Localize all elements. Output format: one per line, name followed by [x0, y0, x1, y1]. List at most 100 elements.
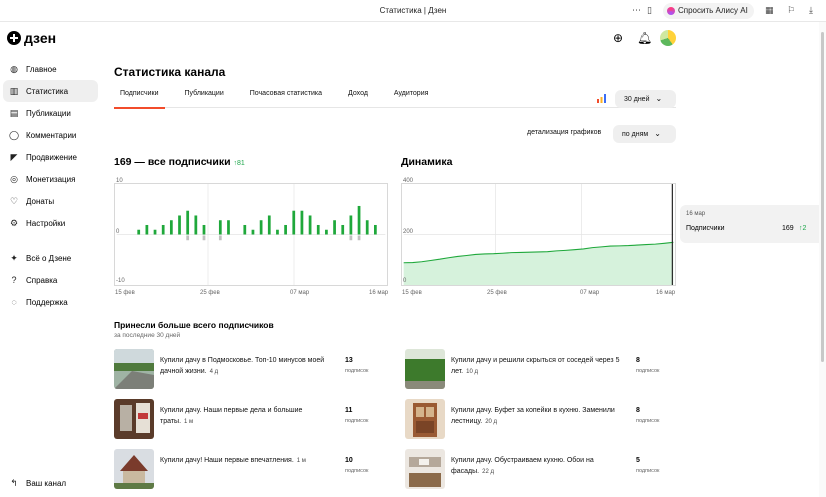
- heart-hand-icon: ♡: [9, 195, 19, 206]
- back-arrow-icon: ↰: [10, 477, 18, 488]
- tab-publications[interactable]: Публикации: [179, 85, 230, 108]
- delta-up: ↑81: [233, 160, 245, 167]
- bar: [161, 224, 165, 235]
- dynamics-area-chart[interactable]: [401, 183, 676, 286]
- publication-card[interactable]: Купили дачу. Обустраиваем кухню. Обои на…: [405, 449, 675, 489]
- bar: [178, 215, 181, 235]
- tab-subscribers[interactable]: Подписчики: [114, 85, 165, 109]
- download-icon[interactable]: ⤓: [809, 5, 813, 16]
- avatar[interactable]: [660, 30, 676, 46]
- bar: [284, 224, 287, 235]
- bookmark-icon[interactable]: ▯: [647, 5, 652, 16]
- sidebar-item-comments[interactable]: ◯ Комментарии: [3, 124, 98, 146]
- subscribers-bar-chart[interactable]: [114, 183, 388, 286]
- bars-icon: ▥: [9, 85, 19, 96]
- publication-title: Купили дачу. Обустраиваем кухню. Обои на…: [451, 457, 594, 475]
- area-fill: [403, 242, 674, 285]
- sidebar-item-about[interactable]: ✦ Всё о Дзене: [3, 247, 98, 269]
- bell-icon[interactable]: 🔔︎: [637, 31, 652, 45]
- bar: [349, 215, 353, 235]
- browser-toolbar: Статистика | Дзен ⋯ ▯ Спросить Алису AI …: [0, 0, 826, 22]
- publication-unit: подписок: [636, 368, 660, 374]
- x-tick: 15 фев: [402, 290, 422, 296]
- x-tick: 07 мар: [580, 290, 600, 296]
- document-icon: ▤: [9, 107, 19, 118]
- bar-negative: [349, 235, 353, 241]
- bar: [153, 229, 157, 235]
- bar: [169, 220, 173, 235]
- publication-card[interactable]: Купили дачу. Буфет за копейки в кухню. З…: [405, 399, 675, 439]
- publication-card[interactable]: Купили дачу в Подмосковье. Топ-10 минусо…: [114, 349, 384, 389]
- tab-income[interactable]: Доход: [342, 85, 374, 108]
- publication-title: Купили дачу. Буфет за копейки в кухню. З…: [451, 407, 615, 425]
- sidebar-item-main[interactable]: ◍ Главное: [3, 58, 98, 80]
- comment-icon: ◯: [8, 129, 20, 140]
- your-channel-link[interactable]: ↰ Ваш канал: [3, 472, 98, 494]
- publication-card[interactable]: Купили дачу. Наши первые дела и большие …: [114, 399, 384, 439]
- publication-title: Купили дачу в Подмосковье. Топ-10 минусо…: [160, 357, 325, 375]
- y-tick: 10: [116, 178, 123, 184]
- publication-count: 11: [345, 407, 353, 414]
- dzen-logo-icon: ✦: [10, 252, 18, 263]
- x-tick: 25 фев: [200, 290, 220, 296]
- x-tick: 16 мар: [656, 290, 676, 296]
- top-publications-title: Принесли больше всего подписчиков: [114, 320, 274, 330]
- publication-thumbnail: [405, 349, 445, 389]
- bar: [365, 220, 369, 235]
- sidebar-item-support[interactable]: ◌ Поддержка: [3, 291, 98, 313]
- alice-button[interactable]: Спросить Алису AI: [663, 3, 754, 19]
- y-tick: -10: [116, 278, 125, 284]
- more-icon[interactable]: ⋯: [632, 5, 641, 16]
- chevron-down-icon: ⌄: [655, 94, 663, 103]
- chart-type-icon[interactable]: [597, 94, 606, 103]
- x-tick: 15 фев: [115, 290, 135, 296]
- sidebar-item-settings[interactable]: ⚙ Настройки: [3, 212, 98, 234]
- detail-select[interactable]: по дням ⌄: [613, 125, 676, 143]
- bar-negative: [202, 235, 206, 241]
- publication-count: 8: [636, 407, 640, 414]
- tab-hourly[interactable]: Почасовая статистика: [244, 85, 328, 108]
- tooltip-delta: ↑2: [799, 225, 807, 232]
- bar: [308, 215, 312, 235]
- page-title: Статистика канала: [114, 65, 226, 79]
- x-tick: 16 мар: [369, 290, 389, 296]
- coin-icon: ◎: [10, 173, 18, 184]
- scrollbar-thumb[interactable]: [821, 32, 824, 362]
- y-tick: 0: [116, 229, 120, 235]
- publication-card[interactable]: Купили дачу! Наши первые впечатления. 1 м…: [114, 449, 384, 489]
- tab-audience[interactable]: Аудитория: [388, 85, 434, 108]
- sidebar-item-publications[interactable]: ▤ Публикации: [3, 102, 98, 124]
- publication-unit: подписок: [345, 418, 369, 424]
- publication-count: 10: [345, 457, 353, 464]
- dzen-logo[interactable]: дзен: [7, 30, 56, 46]
- bar: [145, 224, 149, 235]
- publication-age: 22 д: [482, 469, 494, 475]
- publication-count: 13: [345, 357, 353, 364]
- collections-icon[interactable]: ⚐: [787, 5, 795, 16]
- sidebar-item-help[interactable]: ? Справка: [3, 269, 98, 291]
- sidebar-item-stats[interactable]: ▥ Статистика: [3, 80, 98, 102]
- publication-title: Купили дачу! Наши первые впечатления.: [160, 457, 294, 464]
- chart-tooltip: 16 мар Подписчики 169 ↑2: [680, 205, 820, 243]
- period-select[interactable]: 30 дней ⌄: [615, 90, 676, 108]
- dzen-logo-icon: [7, 31, 21, 45]
- publication-unit: подписок: [636, 468, 660, 474]
- bar-negative: [186, 235, 190, 241]
- megaphone-icon: ◤: [10, 151, 18, 162]
- page-scrollbar[interactable]: [819, 22, 826, 497]
- dynamics-chart-title: Динамика: [401, 156, 453, 168]
- publication-thumbnail: [114, 399, 154, 439]
- sidebar-item-monetization[interactable]: ◎ Монетизация: [3, 168, 98, 190]
- publication-card[interactable]: Купили дачу и решили скрыться от соседей…: [405, 349, 675, 389]
- chevron-down-icon: ⌄: [654, 129, 661, 138]
- publication-count: 8: [636, 357, 640, 364]
- add-post-icon[interactable]: ⊕: [613, 31, 623, 45]
- sidebar-item-promotion[interactable]: ◤ Продвижение: [3, 146, 98, 168]
- qr-icon[interactable]: ▦: [765, 5, 774, 16]
- detail-label: детализация графиков: [527, 129, 602, 136]
- bar: [300, 210, 304, 235]
- publication-age: 10 д: [466, 369, 478, 375]
- bar: [251, 229, 255, 235]
- sidebar-item-donations[interactable]: ♡ Донаты: [3, 190, 98, 212]
- bar: [325, 229, 328, 235]
